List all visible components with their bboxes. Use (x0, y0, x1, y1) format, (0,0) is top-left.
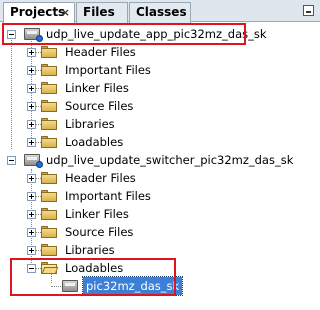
folder-label: Loadables (65, 135, 124, 149)
close-icon[interactable]: × (61, 3, 70, 22)
folder-label: Loadables (65, 261, 124, 275)
tab-projects-label: Projects (10, 5, 66, 19)
folder-icon (41, 208, 57, 220)
folder-node[interactable]: Header Files (0, 43, 320, 61)
folder-label: Linker Files (65, 207, 129, 221)
folder-node[interactable]: Source Files (0, 97, 320, 115)
collapse-toggle-icon[interactable] (7, 30, 16, 39)
folder-label: Libraries (65, 117, 115, 131)
project-node-switcher[interactable]: udp_live_update_switcher_pic32mz_das_sk (0, 151, 320, 169)
tab-files[interactable]: Files (76, 2, 128, 23)
folder-node[interactable]: Important Files (0, 61, 320, 79)
folder-node[interactable]: Source Files (0, 223, 320, 241)
folder-icon (41, 82, 57, 94)
folder-label: Source Files (65, 99, 134, 113)
project-name: udp_live_update_app_pic32mz_das_sk (46, 27, 267, 41)
expand-toggle-icon[interactable] (27, 66, 36, 75)
folder-node[interactable]: Loadables (0, 133, 320, 151)
expand-toggle-icon[interactable] (27, 174, 36, 183)
folder-label: Important Files (65, 189, 151, 203)
folder-icon (41, 244, 57, 256)
collapse-toggle-icon[interactable] (7, 156, 16, 165)
project-node-app[interactable]: udp_live_update_app_pic32mz_das_sk (0, 25, 320, 43)
folder-label: Header Files (65, 171, 136, 185)
folder-icon (41, 190, 57, 202)
expand-toggle-icon[interactable] (27, 138, 36, 147)
expand-toggle-icon[interactable] (27, 210, 36, 219)
folder-label: Source Files (65, 225, 134, 239)
folder-icon (41, 46, 57, 58)
tab-projects[interactable]: Projects × (3, 2, 75, 23)
folder-node[interactable]: Libraries (0, 241, 320, 259)
folder-node[interactable]: Linker Files (0, 79, 320, 97)
tab-classes[interactable]: Classes (129, 2, 191, 23)
project-tree: udp_live_update_app_pic32mz_das_sk Heade… (0, 23, 320, 310)
folder-icon (41, 136, 57, 148)
folder-icon (41, 100, 57, 112)
expand-toggle-icon[interactable] (27, 246, 36, 255)
tab-bar: Projects × Files Classes (0, 0, 320, 23)
folder-label: Linker Files (65, 81, 129, 95)
folder-node[interactable]: Libraries (0, 115, 320, 133)
expand-toggle-icon[interactable] (27, 84, 36, 93)
minimize-icon[interactable] (303, 5, 314, 16)
expand-toggle-icon[interactable] (27, 48, 36, 57)
folder-icon (41, 64, 57, 76)
expand-toggle-icon[interactable] (27, 102, 36, 111)
folder-node[interactable]: Important Files (0, 187, 320, 205)
loadable-item[interactable]: pic32mz_das_sk (0, 276, 320, 296)
open-folder-icon (41, 262, 59, 274)
folder-node-loadables-expanded[interactable]: Loadables (0, 259, 320, 277)
chip-icon (62, 280, 78, 292)
loadable-item-label: pic32mz_das_sk (81, 276, 184, 296)
folder-label: Libraries (65, 243, 115, 257)
folder-icon (41, 172, 57, 184)
folder-node[interactable]: Header Files (0, 169, 320, 187)
expand-toggle-icon[interactable] (27, 120, 36, 129)
tab-files-label: Files (83, 5, 115, 19)
folder-node[interactable]: Linker Files (0, 205, 320, 223)
folder-icon (41, 118, 57, 130)
folder-icon (41, 226, 57, 238)
expand-toggle-icon[interactable] (27, 228, 36, 237)
expand-toggle-icon[interactable] (27, 192, 36, 201)
collapse-toggle-icon[interactable] (27, 264, 36, 273)
project-name: udp_live_update_switcher_pic32mz_das_sk (46, 153, 294, 167)
folder-label: Important Files (65, 63, 151, 77)
tab-classes-label: Classes (136, 5, 187, 19)
folder-label: Header Files (65, 45, 136, 59)
